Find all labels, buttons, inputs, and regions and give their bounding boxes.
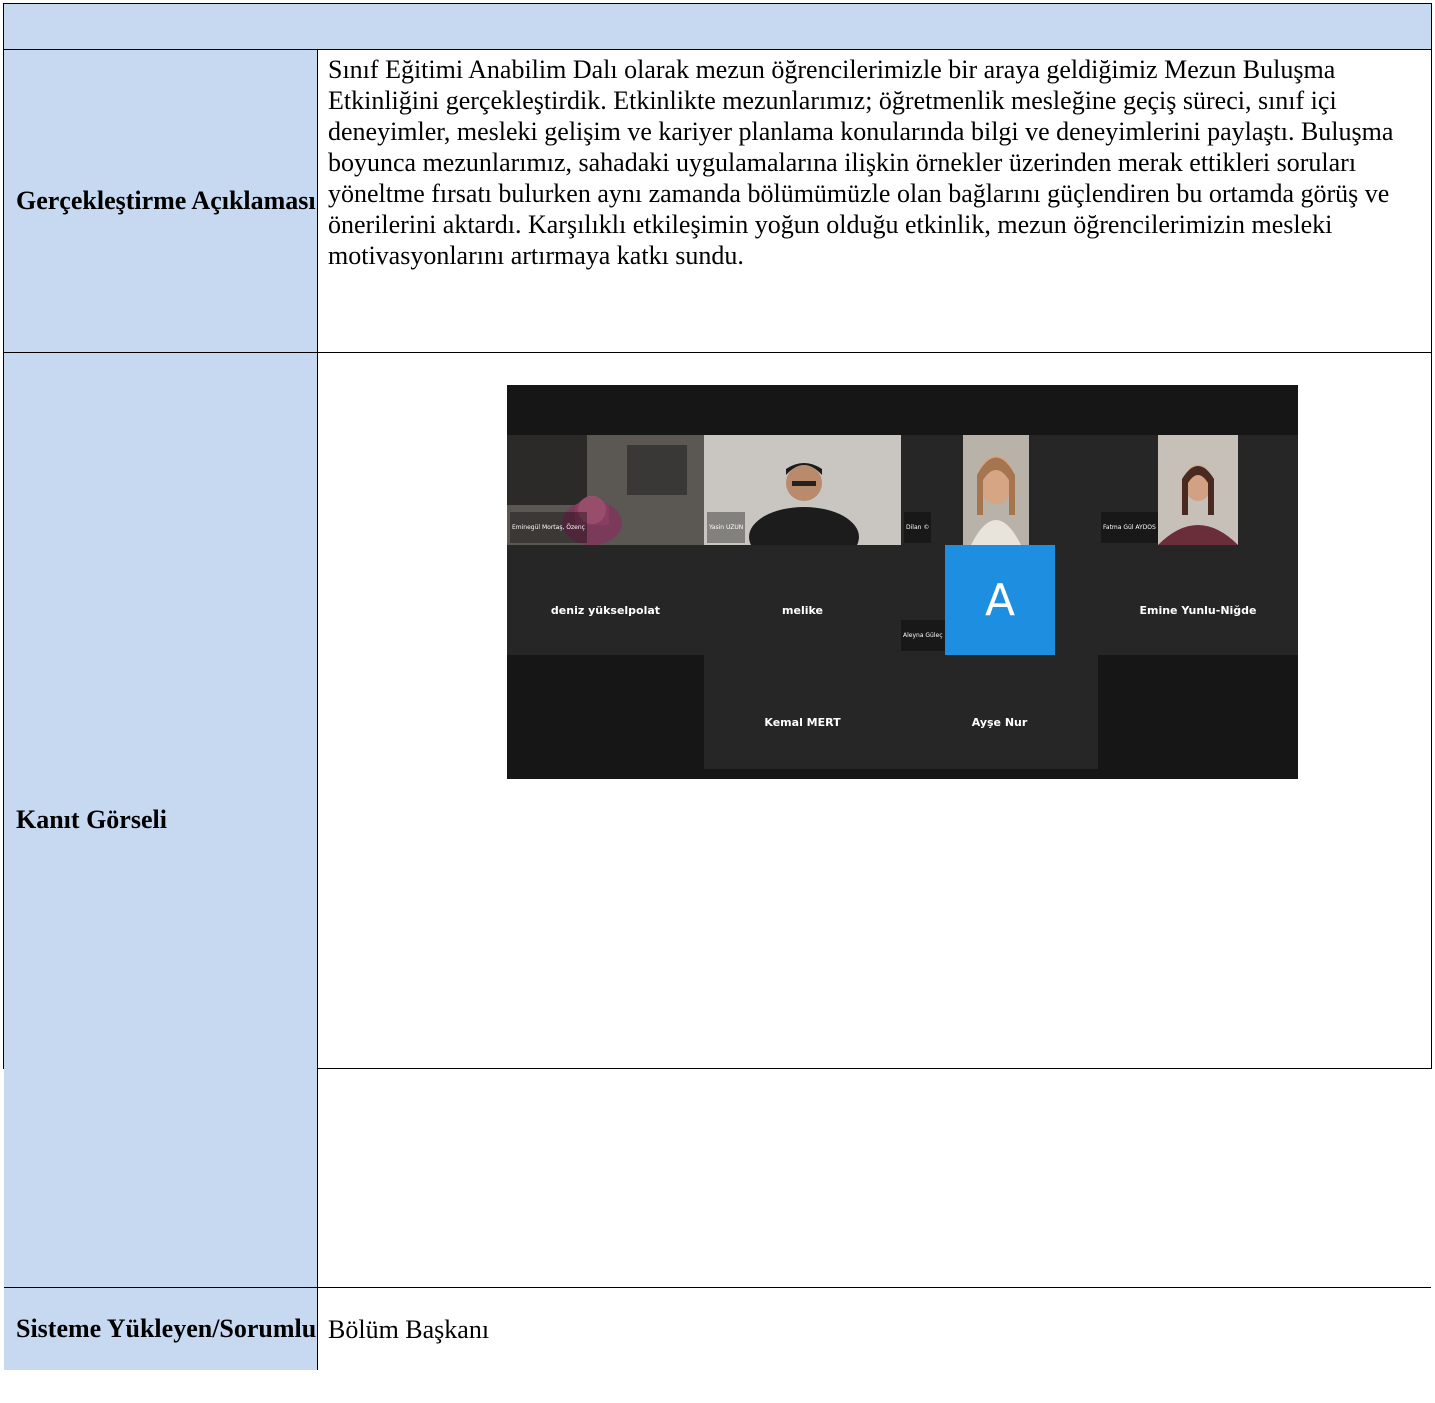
participant-name-2: melike [782,604,823,617]
evidence-row: Kanıt Görseli Eminegül Mortaş, Özenç Yas… [4,353,1431,1288]
participant-name-1: deniz yükselpolat [550,604,661,617]
name-tile-3: Emine Yunlu-Niğde [1098,545,1298,655]
evidence-image: Eminegül Mortaş, Özenç Yasin UZUN Dilan … [507,385,1298,779]
uploader-label: Sisteme Yükleyen/Sorumlu [16,1314,317,1343]
name-tile-5: Ayşe Nur [901,655,1098,769]
uploader-value-cell: Bölüm Başkanı [318,1288,1431,1370]
description-row: Gerçekleştirme Açıklaması Sınıf Eğitimi … [4,50,1431,353]
participant-name-5: Ayşe Nur [971,716,1028,729]
description-label: Gerçekleştirme Açıklaması [16,186,316,215]
video-tile-2: Yasin UZUN [704,435,901,567]
video-tile-3: Dilan © [901,435,1098,545]
evidence-label: Kanıt Görseli [16,805,167,834]
description-value-cell: Sınıf Eğitimi Anabilim Dalı olarak mezun… [318,50,1431,352]
name-tile-1: deniz yükselpolat [507,545,704,655]
avatar-tile: A Aleyna Güleç [901,545,1098,655]
name-tile-4: Kemal MERT [704,655,901,769]
evidence-label-cell: Kanıt Görseli [4,353,318,1287]
participant-caption-4: Fatma Gül AYDOS [1101,512,1158,543]
description-label-cell: Gerçekleştirme Açıklaması [4,50,318,352]
avatar-caption: Aleyna Güleç [901,620,945,651]
table-header-row [4,4,1431,50]
participant-name-3: Emine Yunlu-Niğde [1139,604,1257,617]
participant-caption-3: Dilan © [904,512,932,543]
participant-caption-2: Yasin UZUN [707,512,746,543]
uploader-label-cell: Sisteme Yükleyen/Sorumlu [4,1288,318,1370]
video-tile-1: Eminegül Mortaş, Özenç [507,435,704,545]
avatar: A [945,545,1055,655]
description-text: Sınıf Eğitimi Anabilim Dalı olarak mezun… [328,55,1394,270]
name-tile-2: melike [704,545,901,655]
uploader-value: Bölüm Başkanı [328,1314,490,1344]
evidence-value-cell: Eminegül Mortaş, Özenç Yasin UZUN Dilan … [318,353,1431,1287]
avatar-letter: A [984,574,1016,626]
uploader-row: Sisteme Yükleyen/Sorumlu Bölüm Başkanı [4,1288,1431,1370]
video-tile-4: Fatma Gül AYDOS [1098,435,1298,545]
participant-name-4: Kemal MERT [764,716,841,729]
document-table: Gerçekleştirme Açıklaması Sınıf Eğitimi … [3,3,1432,1370]
participant-caption-1: Eminegül Mortaş, Özenç [510,512,587,543]
